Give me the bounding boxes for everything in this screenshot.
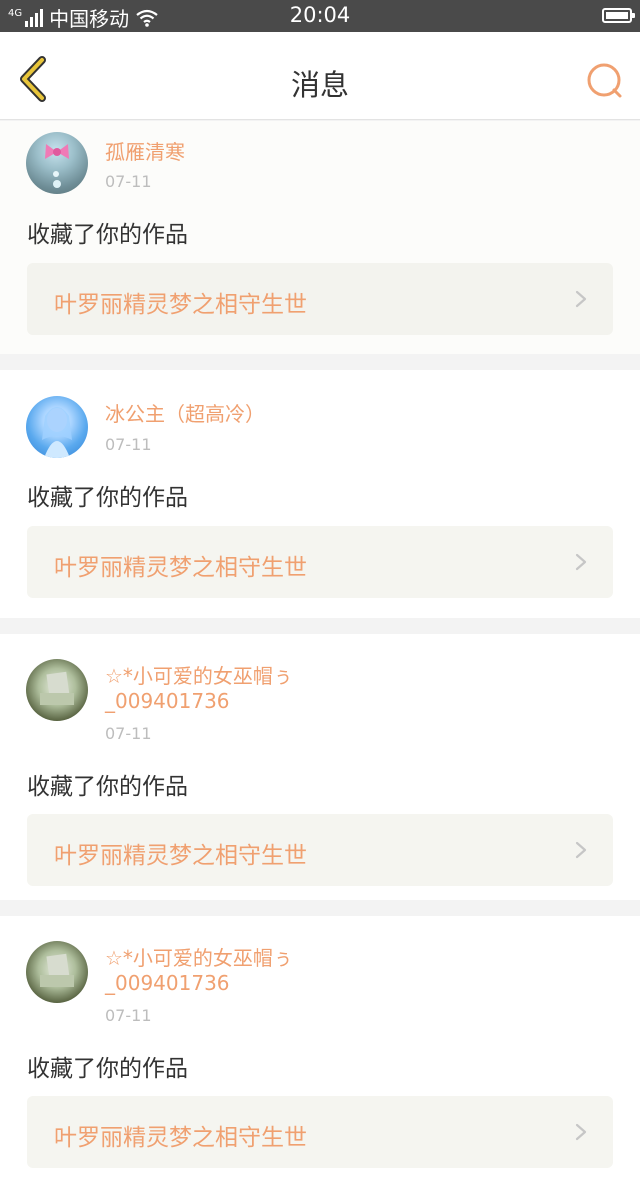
photo-image xyxy=(40,671,74,705)
avatar[interactable] xyxy=(26,132,88,194)
princess-image xyxy=(42,407,72,458)
chevron-right-icon xyxy=(575,553,587,571)
action-text: 收藏了你的作品 xyxy=(27,222,188,248)
username[interactable]: 冰公主（超高冷） xyxy=(105,402,265,427)
username-line-1: ☆*小可爱的女巫帽ぅ xyxy=(105,946,293,970)
username[interactable]: 孤雁清寒 xyxy=(105,140,185,165)
message-card: ☆*小可爱的女巫帽ぅ _009401736 07-11 收藏了你的作品 叶罗丽精… xyxy=(0,916,640,1182)
message-date: 07-11 xyxy=(105,1006,152,1025)
avatar[interactable] xyxy=(26,396,88,458)
username-line-1: ☆*小可爱的女巫帽ぅ xyxy=(105,664,293,688)
message-date: 07-11 xyxy=(105,435,152,454)
work-title: 叶罗丽精灵梦之相守生世 xyxy=(54,555,307,581)
work-link[interactable]: 叶罗丽精灵梦之相守生世 xyxy=(27,263,613,335)
avatar[interactable] xyxy=(26,659,88,721)
chevron-right-icon xyxy=(575,1123,587,1141)
username[interactable]: ☆*小可爱的女巫帽ぅ _009401736 xyxy=(105,664,293,714)
clock: 20:04 xyxy=(289,3,351,27)
chevron-right-icon xyxy=(575,841,587,859)
message-date: 07-11 xyxy=(105,724,152,743)
avatar[interactable] xyxy=(26,941,88,1003)
work-link[interactable]: 叶罗丽精灵梦之相守生世 xyxy=(27,1096,613,1168)
message-card: ☆*小可爱的女巫帽ぅ _009401736 07-11 收藏了你的作品 叶罗丽精… xyxy=(0,634,640,900)
work-title: 叶罗丽精灵梦之相守生世 xyxy=(54,843,307,869)
search-button[interactable] xyxy=(586,62,624,100)
action-text: 收藏了你的作品 xyxy=(27,1056,188,1082)
message-date: 07-11 xyxy=(105,172,152,191)
message-card: 冰公主（超高冷） 07-11 收藏了你的作品 叶罗丽精灵梦之相守生世 xyxy=(0,370,640,618)
photo-image xyxy=(40,953,74,987)
work-title: 叶罗丽精灵梦之相守生世 xyxy=(54,292,307,318)
page-title: 消息 xyxy=(290,68,349,102)
chevron-right-icon xyxy=(575,290,587,308)
action-text: 收藏了你的作品 xyxy=(27,485,188,511)
work-link[interactable]: 叶罗丽精灵梦之相守生世 xyxy=(27,526,613,598)
battery-icon xyxy=(602,8,635,23)
username[interactable]: ☆*小可爱的女巫帽ぅ _009401736 xyxy=(105,946,293,996)
work-title: 叶罗丽精灵梦之相守生世 xyxy=(54,1125,307,1151)
status-bar: 4G 中国移动 20:04 xyxy=(0,0,640,32)
username-line-2: _009401736 xyxy=(105,689,230,713)
username-line-2: _009401736 xyxy=(105,971,230,995)
nav-header: 消息 xyxy=(0,32,640,120)
action-text: 收藏了你的作品 xyxy=(27,774,188,800)
message-card: 孤雁清寒 07-11 收藏了你的作品 叶罗丽精灵梦之相守生世 xyxy=(0,121,640,354)
work-link[interactable]: 叶罗丽精灵梦之相守生世 xyxy=(27,814,613,886)
bow-image xyxy=(45,144,69,188)
message-list: 孤雁清寒 07-11 收藏了你的作品 叶罗丽精灵梦之相守生世 冰公主（超高冷） … xyxy=(0,121,640,1182)
